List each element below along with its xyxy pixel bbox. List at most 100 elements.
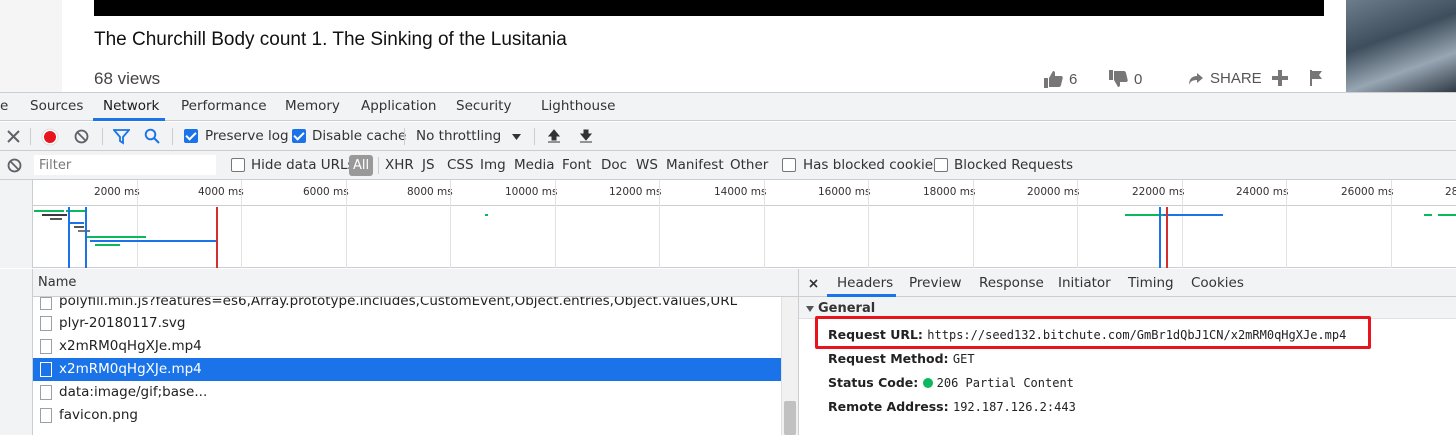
chevron-down-icon[interactable]	[512, 134, 521, 140]
filter-icon[interactable]	[113, 128, 130, 145]
like-count: 6	[1069, 70, 1078, 88]
filter-media[interactable]: Media	[514, 157, 555, 173]
filter-manifest[interactable]: Manifest	[666, 157, 724, 173]
filter-img[interactable]: Img	[480, 157, 506, 173]
related-video-thumbnail[interactable]	[1346, 0, 1456, 92]
table-row[interactable]: plyr-20180117.svg	[33, 312, 781, 335]
table-row-selected[interactable]: x2mRM0qHgXJe.mp4	[33, 358, 781, 381]
tab-performance[interactable]: Performance	[181, 98, 267, 114]
tab-initiator[interactable]: Initiator	[1058, 275, 1111, 291]
tab-network[interactable]: Network	[103, 98, 159, 114]
tab-security[interactable]: Security	[456, 98, 511, 114]
export-icon[interactable]	[579, 129, 593, 144]
separator	[172, 128, 173, 145]
devtools-panel: e Sources Network Performance Memory App…	[0, 92, 1456, 435]
tab-preview[interactable]: Preview	[909, 275, 962, 291]
load-marker	[1166, 207, 1168, 268]
dom-content-loaded-marker	[1159, 207, 1161, 268]
filter-doc[interactable]: Doc	[601, 157, 627, 173]
close-icon[interactable]	[7, 130, 20, 143]
tick-label: 22000 ms	[1132, 186, 1185, 198]
filter-input[interactable]	[34, 155, 216, 175]
highlight-box	[815, 316, 1371, 349]
table-row[interactable]: favicon.png	[33, 404, 781, 427]
separator	[404, 128, 405, 145]
file-icon	[40, 362, 52, 377]
block-icon[interactable]	[7, 158, 22, 173]
table-row[interactable]: x2mRM0qHgXJe.mp4	[33, 335, 781, 358]
search-icon[interactable]	[144, 128, 160, 144]
filter-ws[interactable]: WS	[636, 157, 658, 173]
requests-scrollbar[interactable]	[781, 297, 798, 435]
grid-line	[1077, 180, 1078, 268]
filter-other[interactable]: Other	[730, 157, 768, 173]
hide-data-urls-checkbox[interactable]	[231, 158, 245, 172]
table-row[interactable]: data:image/gif;base...	[33, 381, 781, 404]
grid-line	[137, 180, 138, 268]
column-header-name[interactable]: Name	[33, 269, 798, 297]
has-blocked-cookies-checkbox[interactable]	[782, 158, 796, 172]
thumbs-up-icon	[1044, 71, 1063, 88]
filter-all-button[interactable]: All	[349, 155, 373, 176]
tab-headers[interactable]: Headers	[837, 275, 893, 291]
filter-font[interactable]: Font	[562, 157, 591, 173]
file-icon	[40, 408, 52, 423]
tick-label: 12000 ms	[609, 186, 662, 198]
section-title: General	[818, 301, 876, 316]
load-marker	[216, 207, 218, 268]
requests-gutter	[0, 269, 33, 435]
grid-line	[1182, 180, 1183, 268]
waterfall-bar	[1424, 214, 1432, 216]
separator	[378, 157, 379, 174]
preserve-log-label: Preserve log	[205, 128, 289, 144]
like-button[interactable]: 6	[1043, 70, 1077, 88]
filter-xhr[interactable]: XHR	[385, 157, 414, 173]
tick-label: 10000 ms	[505, 186, 558, 198]
waterfall-bar	[1125, 214, 1163, 216]
waterfall-bar	[86, 236, 146, 238]
filter-css[interactable]: CSS	[447, 157, 474, 173]
separator	[534, 128, 535, 145]
share-button[interactable]: SHARE	[1188, 70, 1262, 87]
close-icon[interactable]	[809, 279, 818, 288]
grid-line	[868, 180, 869, 268]
tab-application[interactable]: Application	[361, 98, 436, 114]
tab-response[interactable]: Response	[979, 275, 1044, 291]
flag-button[interactable]	[1309, 70, 1323, 86]
waterfall-bar	[42, 214, 67, 216]
throttling-select[interactable]: No throttling	[416, 128, 501, 144]
file-icon	[40, 339, 52, 354]
remote-address-label: Remote Address:	[828, 399, 953, 414]
table-row[interactable]: polyfill.min.js?features=es6,Array.proto…	[33, 297, 781, 312]
preserve-log-checkbox[interactable]	[184, 129, 198, 143]
network-overview[interactable]: 2000 ms 4000 ms 6000 ms 8000 ms 10000 ms…	[0, 180, 1456, 268]
filter-js[interactable]: JS	[422, 157, 435, 173]
waterfall-bar	[1163, 214, 1223, 216]
import-icon[interactable]	[547, 129, 561, 144]
grid-line	[1286, 180, 1287, 268]
requests-table: Name polyfill.min.js?features=es6,Array.…	[0, 269, 798, 435]
tab-elements[interactable]: e	[0, 98, 8, 114]
blocked-requests-checkbox[interactable]	[934, 158, 948, 172]
record-icon[interactable]	[41, 128, 59, 146]
tab-sources[interactable]: Sources	[30, 98, 83, 114]
clear-icon[interactable]	[74, 129, 89, 144]
separator	[30, 128, 31, 145]
grid-line	[1391, 180, 1392, 268]
triangle-down-icon	[806, 306, 814, 312]
tab-cookies[interactable]: Cookies	[1191, 275, 1244, 291]
waterfall-bar	[78, 230, 90, 232]
add-button[interactable]	[1272, 70, 1288, 86]
dislike-button[interactable]: 0	[1108, 70, 1142, 88]
video-player[interactable]	[94, 0, 1324, 16]
tick-label: 16000 ms	[818, 186, 871, 198]
tab-lighthouse[interactable]: Lighthouse	[541, 98, 615, 114]
devtools-tabbar: e Sources Network Performance Memory App…	[0, 93, 1456, 121]
scrollbar-thumb[interactable]	[784, 401, 796, 435]
request-name: polyfill.min.js?features=es6,Array.proto…	[59, 297, 738, 309]
file-icon	[40, 385, 52, 400]
disable-cache-checkbox[interactable]	[292, 129, 306, 143]
dom-content-loaded-marker	[85, 207, 87, 268]
tab-timing[interactable]: Timing	[1128, 275, 1174, 291]
tab-memory[interactable]: Memory	[285, 98, 340, 114]
